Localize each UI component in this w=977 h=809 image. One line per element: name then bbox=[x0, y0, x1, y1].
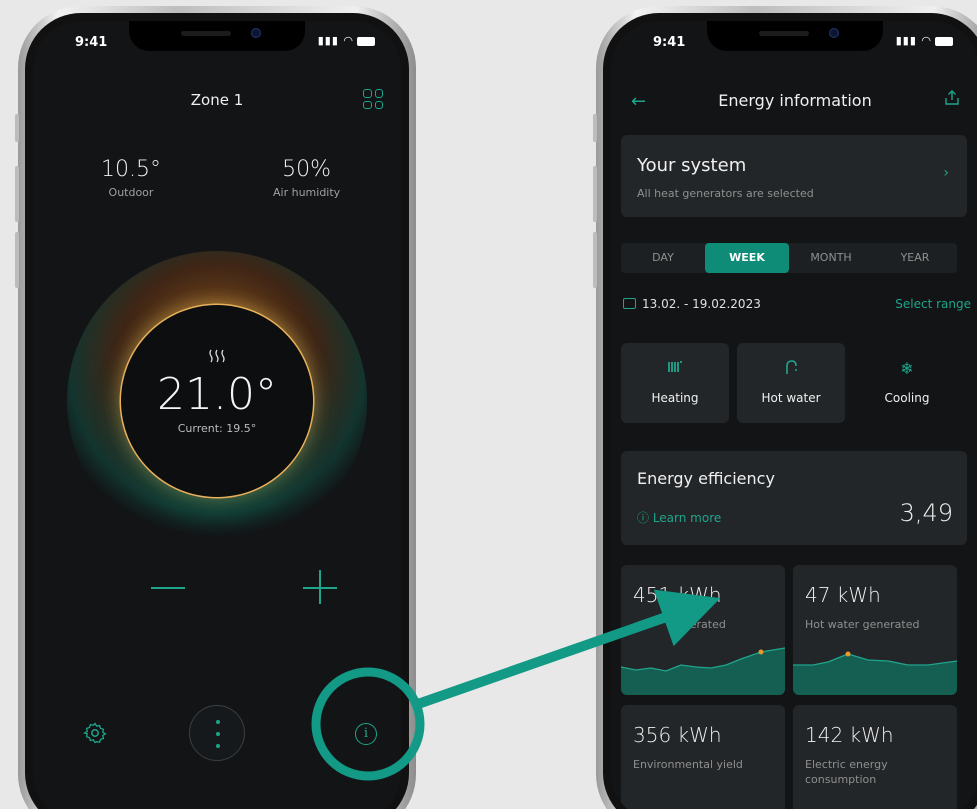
system-subtitle: All heat generators are selected bbox=[637, 187, 814, 200]
outdoor-value: 10.5° bbox=[101, 157, 161, 182]
hot-water-sparkline bbox=[793, 651, 957, 695]
left-phone-bezel: 9:41 ▮▮▮ ◠ Zone 1 10.5° Outdoor 50% Air … bbox=[25, 13, 409, 809]
heating-icon bbox=[121, 349, 313, 367]
tile-label: Hot water generated bbox=[805, 618, 920, 631]
date-range-row: 13.02. - 19.02.2023 Select range bbox=[623, 297, 971, 311]
share-icon[interactable] bbox=[943, 89, 961, 107]
decrease-temperature-button[interactable] bbox=[151, 587, 185, 589]
right-phone: 9:41 ▮▮▮ ◠ ← Energy information Your sys… bbox=[593, 6, 977, 809]
tile-value: 451 kWh bbox=[633, 583, 722, 607]
radiator-icon bbox=[621, 359, 729, 381]
tile-value: 47 kWh bbox=[805, 583, 881, 607]
outdoor-temperature: 10.5° Outdoor bbox=[101, 157, 161, 199]
temperature-dial[interactable]: 21.0° Current: 19.5° bbox=[121, 305, 313, 497]
energy-information-screen: 9:41 ▮▮▮ ◠ ← Energy information Your sys… bbox=[611, 21, 977, 809]
status-icons: ▮▮▮ ◠ bbox=[896, 34, 953, 47]
efficiency-title: Energy efficiency bbox=[637, 469, 775, 488]
notch bbox=[707, 21, 883, 51]
category-label: Hot water bbox=[761, 391, 821, 405]
date-range: 13.02. - 19.02.2023 bbox=[642, 297, 761, 311]
snowflake-icon: ❄ bbox=[900, 359, 914, 378]
tile-heat-generated[interactable]: 451 kWh generated bbox=[621, 565, 785, 695]
status-icons: ▮▮▮ ◠ bbox=[318, 34, 375, 47]
tile-value: 142 kWh bbox=[805, 723, 894, 747]
air-humidity: 50% Air humidity bbox=[273, 157, 340, 199]
tab-day[interactable]: DAY bbox=[621, 243, 705, 273]
tile-electric-consumption[interactable]: 142 kWh Electric energy consumption bbox=[793, 705, 957, 809]
info-icon[interactable]: i bbox=[355, 723, 377, 745]
learn-more-link[interactable]: ⓘ Learn more bbox=[637, 509, 721, 526]
tab-year[interactable]: YEAR bbox=[873, 243, 957, 273]
heat-sparkline bbox=[621, 647, 785, 695]
thermostat-screen: 9:41 ▮▮▮ ◠ Zone 1 10.5° Outdoor 50% Air … bbox=[33, 21, 401, 809]
tile-label: Environmental yield bbox=[633, 758, 743, 771]
status-time: 9:41 bbox=[653, 35, 686, 50]
left-phone: 9:41 ▮▮▮ ◠ Zone 1 10.5° Outdoor 50% Air … bbox=[15, 6, 416, 809]
tile-label: generated bbox=[669, 618, 726, 631]
page-title: Energy information bbox=[718, 91, 872, 110]
category-label: Heating bbox=[651, 391, 699, 405]
battery-icon bbox=[935, 36, 953, 46]
settings-gear-icon[interactable] bbox=[83, 721, 107, 745]
chevron-right-icon: › bbox=[943, 165, 949, 181]
increase-temperature-button-vertical[interactable] bbox=[319, 570, 321, 604]
efficiency-value: 3,49 bbox=[899, 499, 953, 527]
system-title: Your system bbox=[637, 155, 747, 176]
info-small-icon: ⓘ bbox=[637, 511, 653, 525]
tile-value: 356 kWh bbox=[633, 723, 722, 747]
energy-efficiency-card: Energy efficiency ⓘ Learn more 3,49 bbox=[621, 451, 967, 545]
right-phone-bezel: 9:41 ▮▮▮ ◠ ← Energy information Your sys… bbox=[603, 13, 977, 809]
tab-month[interactable]: MONTH bbox=[789, 243, 873, 273]
humidity-label: Air humidity bbox=[273, 186, 341, 199]
tile-environmental-yield[interactable]: 356 kWh Environmental yield bbox=[621, 705, 785, 809]
status-time: 9:41 bbox=[75, 35, 108, 50]
category-heating[interactable]: Heating bbox=[621, 343, 729, 423]
tile-hot-water-generated[interactable]: 47 kWh Hot water generated bbox=[793, 565, 957, 695]
zone-title: Zone 1 bbox=[190, 91, 244, 109]
battery-icon bbox=[357, 36, 375, 46]
notch bbox=[129, 21, 305, 51]
outdoor-label: Outdoor bbox=[108, 186, 154, 199]
tile-label: Electric energy consumption bbox=[805, 758, 888, 786]
calendar-icon bbox=[623, 298, 636, 309]
category-label: Cooling bbox=[884, 391, 930, 405]
more-menu-button[interactable] bbox=[189, 705, 245, 761]
period-selector: DAY WEEK MONTH YEAR bbox=[621, 243, 957, 273]
category-cooling[interactable]: ❄ Cooling bbox=[853, 343, 961, 423]
tab-week[interactable]: WEEK bbox=[705, 243, 789, 273]
grid-view-icon[interactable] bbox=[363, 89, 383, 109]
category-hot-water[interactable]: Hot water bbox=[737, 343, 845, 423]
tap-icon bbox=[737, 359, 845, 381]
current-temperature: Current: 19.5° bbox=[177, 422, 257, 435]
select-range-link[interactable]: Select range bbox=[895, 297, 971, 311]
setpoint-temperature: 21.0° bbox=[157, 369, 277, 420]
humidity-value: 50% bbox=[282, 157, 332, 182]
system-card[interactable]: Your system All heat generators are sele… bbox=[621, 135, 967, 217]
stage: 9:41 ▮▮▮ ◠ Zone 1 10.5° Outdoor 50% Air … bbox=[0, 0, 977, 809]
